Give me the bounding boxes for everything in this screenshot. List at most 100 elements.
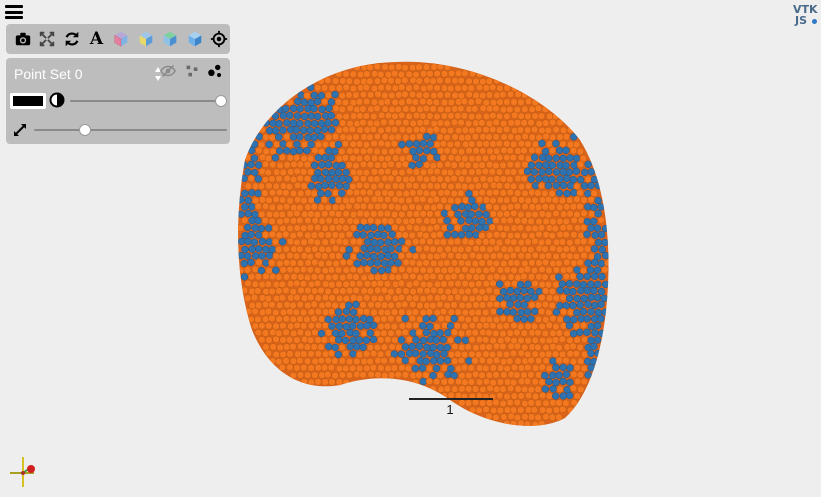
point-sphere — [342, 307, 351, 315]
point-sphere — [436, 273, 445, 281]
point-sphere — [521, 91, 529, 99]
point-sphere — [265, 238, 273, 246]
point-sphere — [314, 294, 322, 302]
point-sphere — [286, 350, 294, 358]
orientation-axes-widget — [10, 457, 35, 487]
point-sphere — [531, 280, 539, 288]
point-sphere — [521, 357, 529, 365]
point-sphere — [254, 189, 262, 198]
render-viewport[interactable] — [0, 0, 821, 497]
point-sphere — [457, 245, 465, 254]
point-sphere — [408, 314, 417, 323]
point-sphere — [446, 168, 455, 177]
point-sphere — [556, 119, 564, 127]
point-sphere — [541, 105, 549, 113]
point-sphere — [458, 301, 466, 310]
point-sphere — [499, 231, 507, 239]
point-sphere — [324, 356, 332, 365]
point-sphere — [360, 244, 368, 252]
point-sphere — [541, 300, 550, 309]
point-sphere — [303, 357, 312, 365]
point-sphere — [328, 281, 336, 289]
point-sphere — [503, 294, 511, 302]
point-sphere — [520, 174, 528, 183]
point-sphere — [265, 336, 273, 344]
point-sphere — [401, 76, 409, 84]
point-sphere — [405, 167, 414, 176]
point-sphere — [293, 321, 301, 330]
point-sphere — [353, 343, 361, 351]
point-sphere — [545, 336, 553, 345]
point-sphere — [559, 363, 567, 371]
scale-bar — [409, 398, 493, 400]
point-sphere — [510, 98, 518, 106]
point-sphere — [584, 189, 592, 198]
point-sphere — [544, 350, 553, 358]
point-sphere — [539, 391, 547, 400]
point-sphere — [313, 196, 322, 204]
point-sphere — [279, 322, 287, 330]
point-sphere — [461, 294, 469, 302]
point-sphere — [338, 371, 347, 379]
point-sphere — [436, 62, 445, 71]
point-sphere — [321, 97, 329, 106]
point-sphere — [475, 168, 483, 176]
point-sphere — [468, 350, 476, 358]
point-sphere — [531, 336, 539, 344]
point-sphere — [545, 308, 553, 317]
point-sphere — [289, 371, 297, 380]
point-sphere — [422, 259, 430, 267]
point-sphere — [426, 237, 434, 246]
point-sphere — [450, 189, 458, 198]
point-sphere — [355, 140, 364, 148]
point-sphere — [474, 154, 483, 163]
point-sphere — [538, 168, 546, 176]
point-sphere — [356, 126, 364, 134]
point-sphere — [451, 357, 459, 365]
point-sphere — [268, 314, 276, 323]
point-sphere — [321, 210, 329, 218]
point-sphere — [597, 231, 606, 239]
point-sphere — [457, 76, 465, 85]
point-sphere — [415, 371, 423, 379]
point-sphere — [556, 385, 564, 393]
point-sphere — [335, 280, 343, 288]
point-sphere — [364, 238, 372, 246]
point-sphere — [548, 161, 557, 169]
point-sphere — [272, 195, 280, 204]
point-sphere — [485, 133, 493, 141]
point-sphere — [395, 63, 403, 71]
point-sphere — [366, 188, 374, 197]
point-sphere — [446, 126, 455, 135]
point-sphere — [433, 351, 441, 359]
point-sphere — [283, 147, 291, 155]
point-sphere — [545, 294, 554, 302]
point-sphere — [286, 363, 294, 371]
point-sphere — [286, 308, 294, 316]
point-sphere — [460, 84, 469, 92]
point-sphere — [479, 104, 487, 113]
point-sphere — [412, 111, 421, 120]
point-sphere — [433, 252, 441, 261]
point-sphere — [416, 132, 424, 141]
point-sphere — [313, 97, 322, 106]
point-sphere — [402, 217, 410, 226]
point-sphere — [517, 183, 526, 191]
point-sphere — [388, 371, 396, 379]
point-sphere — [430, 286, 438, 295]
point-sphere — [436, 175, 444, 183]
point-sphere — [426, 83, 434, 92]
point-sphere — [352, 245, 360, 254]
point-sphere — [492, 259, 500, 268]
point-sphere — [307, 336, 315, 344]
point-sphere — [524, 252, 532, 260]
point-sphere — [602, 251, 609, 260]
point-sphere — [296, 119, 304, 128]
point-sphere — [255, 133, 263, 141]
point-sphere — [325, 259, 333, 267]
point-sphere — [324, 370, 332, 379]
point-sphere — [471, 315, 480, 323]
point-sphere — [451, 385, 459, 393]
point-sphere — [349, 265, 357, 274]
point-sphere — [409, 119, 417, 128]
